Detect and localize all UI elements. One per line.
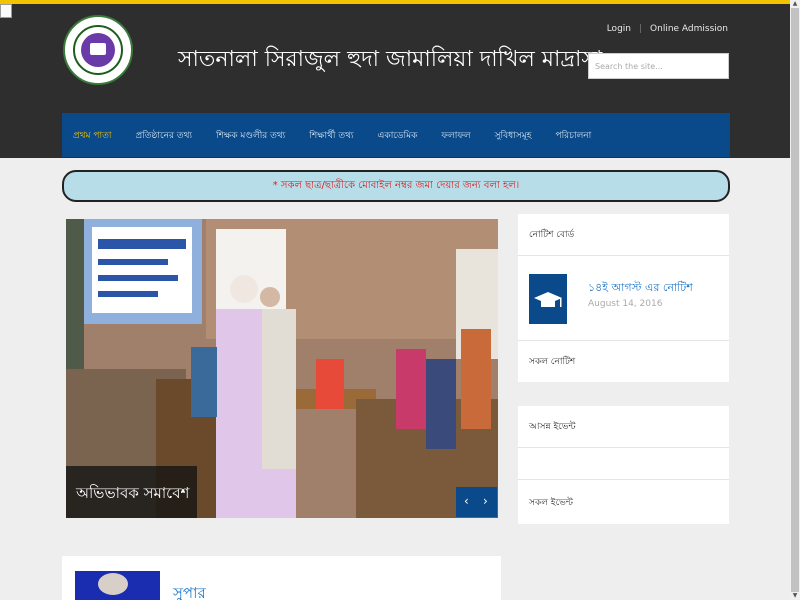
main-nav: প্রথম পাতা প্রতিষ্ঠানের তথ্য শিক্ষক মণ্ড… xyxy=(62,113,730,157)
book-icon xyxy=(90,43,106,55)
nav-item-institution[interactable]: প্রতিষ্ঠানের তথ্য xyxy=(136,128,193,143)
event-list-empty xyxy=(518,448,729,480)
all-events-link[interactable]: সকল ইভেন্ট xyxy=(518,482,729,524)
search-input[interactable]: Search the site... xyxy=(588,53,729,79)
login-link[interactable]: Login xyxy=(607,24,631,34)
notice-panel: নোটিশ বোর্ড ১৪ই আগস্ট এর নোটিশ August 14… xyxy=(518,214,729,382)
nav-item-academic[interactable]: একাডেমিক xyxy=(378,128,418,143)
notice-item-date: August 14, 2016 xyxy=(588,299,663,309)
event-panel-heading: আসন্ন ইভেন্ট xyxy=(518,406,729,448)
nav-item-home[interactable]: প্রথম পাতা xyxy=(73,128,112,143)
graduation-cap-icon xyxy=(529,274,567,324)
nav-item-students[interactable]: শিক্ষার্থী তথ্য xyxy=(309,128,353,143)
nav-item-teachers[interactable]: শিক্ষক মণ্ডলীর তথ্য xyxy=(216,128,285,143)
principal-title: সুপার xyxy=(173,584,206,600)
top-links: Login | Online Admission xyxy=(607,24,728,34)
scroll-thumb[interactable] xyxy=(791,8,799,592)
slide-caption: অভিভাবক সমাবেশ xyxy=(66,466,197,518)
broken-image-icon xyxy=(0,4,12,18)
scroll-up-icon[interactable]: ▲ xyxy=(790,0,800,8)
prev-slide-button[interactable]: ‹ xyxy=(464,494,469,508)
notice-item-title[interactable]: ১৪ই আগস্ট এর নোটিশ xyxy=(588,279,693,298)
all-notices-link[interactable]: সকল নোটিশ xyxy=(518,340,729,382)
notice-marquee: * সকল ছাত্র/ছাত্রীকে মোবাইল নম্বর জমা দে… xyxy=(62,170,730,202)
site-title: সাতনালা সিরাজুল হুদা জামালিয়া দাখিল মাদ… xyxy=(178,47,603,72)
nav-item-management[interactable]: পরিচালনা xyxy=(555,128,591,143)
nav-item-facilities[interactable]: সুবিধাসমূহ xyxy=(495,128,532,143)
avatar-head xyxy=(98,573,128,595)
page-scrollbar[interactable]: ▲ ▼ xyxy=(790,0,800,600)
image-slider: অভিভাবক সমাবেশ xyxy=(66,219,498,518)
link-separator: | xyxy=(638,24,643,34)
scroll-down-icon[interactable]: ▼ xyxy=(790,592,800,600)
next-slide-button[interactable]: › xyxy=(483,494,488,508)
event-panel: আসন্ন ইভেন্ট সকল ইভেন্ট xyxy=(518,406,729,524)
slider-controls: ‹ › xyxy=(456,487,497,517)
madrasa-logo[interactable] xyxy=(63,15,133,85)
online-admission-link[interactable]: Online Admission xyxy=(650,24,728,34)
notice-panel-heading: নোটিশ বোর্ড xyxy=(518,214,729,256)
nav-item-results[interactable]: ফলাফল xyxy=(441,128,470,143)
principal-panel: সুপার xyxy=(62,556,501,600)
principal-photo xyxy=(75,571,160,600)
